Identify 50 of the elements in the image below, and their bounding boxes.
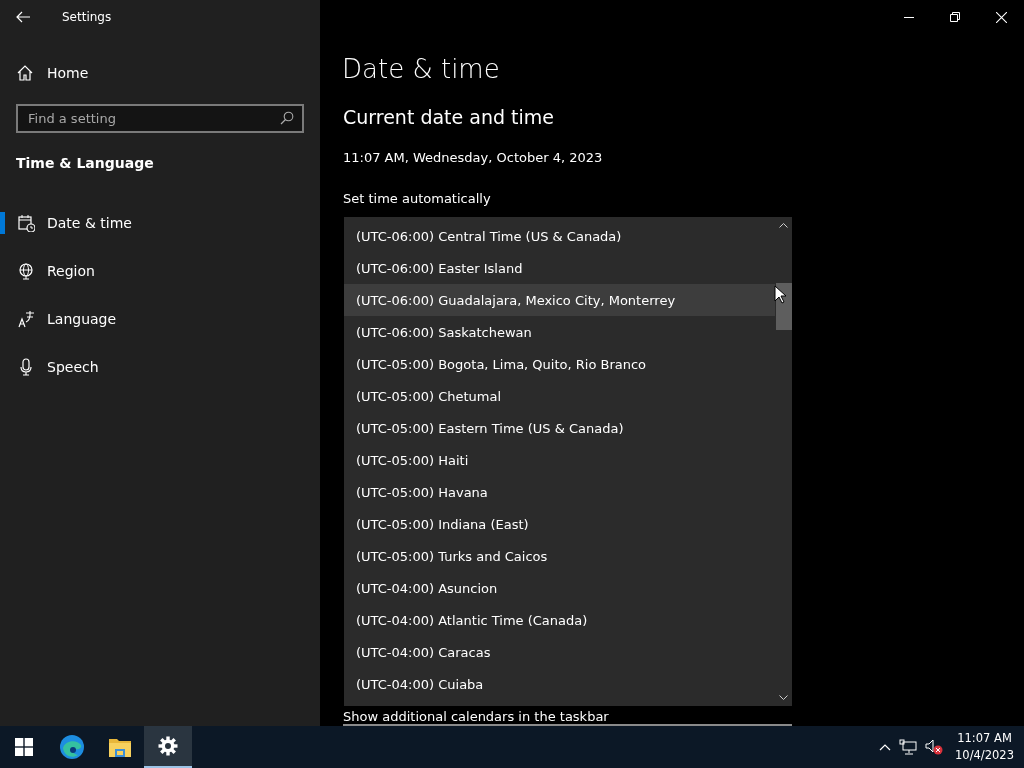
network-icon[interactable] [899, 739, 918, 755]
setting-label: Show additional calendars in the taskbar [343, 709, 610, 724]
chevron-up-icon[interactable] [879, 743, 892, 751]
timezone-option[interactable]: (UTC-05:00) Turks and Caicos [344, 540, 775, 572]
calendar-clock-icon [17, 214, 35, 232]
mouse-cursor-icon [774, 285, 786, 304]
sidebar-item[interactable]: Date & time [0, 199, 320, 247]
timezone-option[interactable]: (UTC-04:00) Caracas [344, 636, 775, 668]
timezone-option[interactable]: (UTC-06:00) Guadalajara, Mexico City, Monterrey [344, 284, 775, 316]
volume-muted-icon[interactable] [925, 739, 944, 755]
scroll-down-icon[interactable] [779, 695, 788, 701]
timezone-option[interactable]: (UTC-05:00) Chetumal [344, 380, 775, 412]
browser-wave-icon [59, 734, 85, 760]
page-title: Date & time [342, 54, 501, 84]
globe-icon [17, 262, 35, 280]
timezone-option[interactable]: (UTC-05:00) Eastern Time (US & Canada) [344, 412, 775, 444]
sidebar-item[interactable]: Language [0, 295, 320, 343]
timezone-option[interactable]: (UTC-04:00) Atlantic Time (Canada) [344, 604, 775, 636]
timezone-option[interactable]: (UTC-04:00) Asuncion [344, 572, 775, 604]
microphone-icon [17, 358, 35, 376]
section-heading: Current date and time [343, 106, 555, 128]
back-arrow-icon [16, 11, 30, 23]
language-icon [17, 310, 35, 328]
timezone-option[interactable]: (UTC-06:00) Saskatchewan [344, 316, 775, 348]
settings-icon [158, 736, 178, 756]
minimize-icon [904, 16, 914, 18]
window-title: Settings [62, 10, 112, 24]
restore-icon [950, 12, 960, 22]
timezone-option[interactable]: (UTC-05:00) Haiti [344, 444, 775, 476]
taskbar-app[interactable] [144, 726, 192, 768]
timezone-option[interactable]: (UTC-05:00) Havana [344, 476, 775, 508]
close-icon [995, 11, 1007, 23]
setting-label: Set time automatically [343, 191, 492, 206]
timezone-option[interactable]: (UTC-05:00) Bogota, Lima, Quito, Rio Branco [344, 348, 775, 380]
clock[interactable]: 11:07 AM 10/4/2023 [955, 730, 1014, 764]
sidebar-item[interactable]: Region [0, 247, 320, 295]
windows-logo-icon [15, 738, 33, 756]
search-icon [280, 111, 294, 125]
home-link[interactable]: Home [17, 54, 320, 92]
timezone-option[interactable]: (UTC-04:00) Cuiaba [344, 668, 775, 700]
timezone-option[interactable]: (UTC-06:00) Easter Island [344, 252, 775, 284]
sidebar-item[interactable]: Speech [0, 343, 320, 391]
search-field[interactable]: Find a setting [16, 104, 304, 133]
scroll-up-icon[interactable] [779, 222, 788, 228]
current-date-time: 11:07 AM, Wednesday, October 4, 2023 [343, 150, 604, 165]
timezone-option[interactable]: (UTC-05:00) Indiana (East) [344, 508, 775, 540]
home-icon [17, 65, 33, 81]
timezone-option[interactable]: (UTC-06:00) Central Time (US & Canada) [344, 220, 775, 252]
section-heading: Time & Language [16, 155, 155, 171]
folder-icon [108, 736, 132, 758]
